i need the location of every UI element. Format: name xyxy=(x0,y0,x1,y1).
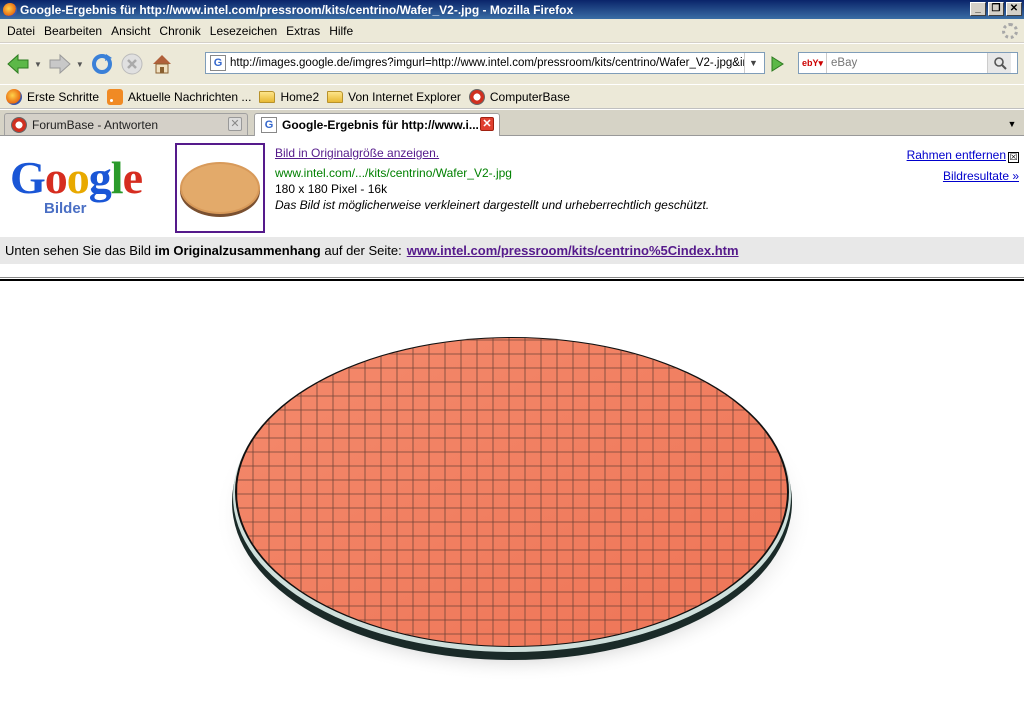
firefox-icon xyxy=(6,88,22,105)
bookmark-erste-schritte[interactable]: Erste Schritte xyxy=(6,88,100,105)
google-logo-sub: Bilder xyxy=(44,200,87,217)
forward-button[interactable] xyxy=(46,50,74,78)
tab-list-dropdown-icon[interactable]: ▼ xyxy=(1003,115,1021,133)
tab-bar: ForumBase - Antworten ✕ G Google-Ergebni… xyxy=(0,110,1024,136)
thumbnail-image[interactable] xyxy=(175,143,265,233)
menu-bar: Datei Bearbeiten Ansicht Chronik Lesezei… xyxy=(0,19,1024,43)
forward-arrow-icon xyxy=(49,53,71,75)
size-info: 180 x 180 Pixel - 16k xyxy=(275,182,388,196)
context-bold: im Originalzusammenhang xyxy=(154,243,321,258)
bookmark-home2[interactable]: Home2 xyxy=(259,90,319,104)
menu-datei[interactable]: Datei xyxy=(7,24,35,38)
google-favicon-icon: G xyxy=(261,117,277,133)
computerbase-icon xyxy=(468,88,485,105)
home-icon xyxy=(152,55,171,74)
folder-icon xyxy=(259,90,276,103)
bookmark-label: Aktuelle Nachrichten ... xyxy=(128,89,252,104)
close-frame-icon[interactable]: ☒ xyxy=(1008,152,1019,163)
tab-label: Google-Ergebnis für http://www.i... xyxy=(282,118,479,132)
go-button-icon[interactable] xyxy=(768,55,786,73)
folder-icon xyxy=(327,90,344,103)
menu-extras[interactable]: Extras xyxy=(286,24,320,38)
close-window-button[interactable]: ✕ xyxy=(1006,2,1022,16)
context-bar: Unten sehen Sie das Bild im Originalzusa… xyxy=(0,237,1024,264)
close-tab-icon[interactable]: ✕ xyxy=(480,117,494,131)
home-button[interactable] xyxy=(148,50,176,78)
stop-icon xyxy=(121,53,143,75)
window-title: Google-Ergebnis für http://www.intel.com… xyxy=(20,2,574,17)
reload-icon xyxy=(91,54,112,74)
menu-ansicht[interactable]: Ansicht xyxy=(111,24,150,38)
window-titlebar: Google-Ergebnis für http://www.intel.com… xyxy=(0,0,1024,19)
close-tab-icon[interactable]: ✕ xyxy=(228,117,242,131)
menu-hilfe[interactable]: Hilfe xyxy=(329,24,353,38)
image-info: Bild in Originalgröße anzeigen. www.inte… xyxy=(275,145,709,213)
bookmarks-toolbar: Erste Schritte Aktuelle Nachrichten ... … xyxy=(0,85,1024,109)
remove-frame-link[interactable]: Rahmen entfernen xyxy=(907,148,1006,162)
search-icon[interactable] xyxy=(987,53,1011,73)
computerbase-icon xyxy=(11,116,27,133)
back-history-dropdown[interactable]: ▼ xyxy=(34,60,42,69)
frame-controls: Rahmen entfernen ☒ Bildresultate » xyxy=(907,145,1019,187)
url-bar[interactable]: G ▼ xyxy=(205,52,765,74)
copyright-notice: Das Bild ist möglicherweise verkleinert … xyxy=(275,198,710,212)
wafer-image xyxy=(214,337,814,682)
navigation-toolbar: ▼ ▼ G ▼ ebY▾ xyxy=(0,44,1024,84)
search-bar[interactable]: ebY▾ xyxy=(798,52,1018,74)
context-prefix: Unten sehen Sie das Bild xyxy=(5,243,151,258)
source-page-link[interactable]: www.intel.com/pressroom/kits/centrino%5C… xyxy=(407,243,739,258)
bookmark-aktuelle-nachrichten[interactable]: Aktuelle Nachrichten ... xyxy=(107,88,252,105)
google-images-frame: Google Bilder Bild in Originalgröße anze… xyxy=(0,137,1024,279)
reload-button[interactable] xyxy=(88,50,116,78)
google-favicon-icon: G xyxy=(210,55,226,71)
minimize-button[interactable]: _ xyxy=(970,2,986,16)
menu-chronik[interactable]: Chronik xyxy=(159,24,200,38)
google-bilder-logo[interactable]: Google Bilder xyxy=(10,155,160,219)
tab-google-ergebnis[interactable]: G Google-Ergebnis für http://www.i... ✕ xyxy=(254,113,500,136)
maximize-button[interactable]: ❐ xyxy=(988,2,1004,16)
bookmark-computerbase[interactable]: ComputerBase xyxy=(468,88,570,105)
stop-button[interactable] xyxy=(118,50,146,78)
wafer-thumbnail-icon xyxy=(180,162,260,217)
original-page-frame xyxy=(0,282,1024,713)
frame-divider[interactable] xyxy=(0,277,1024,281)
bookmark-label: Erste Schritte xyxy=(27,89,100,104)
full-size-link[interactable]: Bild in Originalgröße anzeigen. xyxy=(275,146,439,160)
bookmark-label: Von Internet Explorer xyxy=(348,89,461,104)
image-results-link[interactable]: Bildresultate » xyxy=(943,169,1019,183)
source-url: www.intel.com/.../kits/centrino/Wafer_V2… xyxy=(275,166,512,180)
tab-forumbase[interactable]: ForumBase - Antworten ✕ xyxy=(4,113,248,135)
bookmark-label: Home2 xyxy=(280,89,320,104)
google-logo-word: Google xyxy=(10,152,143,203)
ebay-icon[interactable]: ebY▾ xyxy=(799,53,827,73)
firefox-icon xyxy=(3,2,17,17)
wafer-surface xyxy=(237,338,787,646)
menu-lesezeichen[interactable]: Lesezeichen xyxy=(210,24,277,38)
search-input[interactable] xyxy=(827,57,987,69)
bookmark-von-internet-explorer[interactable]: Von Internet Explorer xyxy=(327,90,461,104)
bookmark-label: ComputerBase xyxy=(489,89,570,104)
back-arrow-icon xyxy=(7,53,29,75)
forward-history-dropdown[interactable]: ▼ xyxy=(76,60,84,69)
menu-bearbeiten[interactable]: Bearbeiten xyxy=(44,24,102,38)
throbber-icon xyxy=(1002,23,1018,39)
back-button[interactable] xyxy=(4,50,32,78)
url-input[interactable] xyxy=(230,57,744,69)
url-history-dropdown[interactable]: ▼ xyxy=(744,53,762,73)
rss-icon xyxy=(107,88,124,105)
tab-label: ForumBase - Antworten xyxy=(32,117,159,132)
context-suffix: auf der Seite: xyxy=(324,243,402,258)
